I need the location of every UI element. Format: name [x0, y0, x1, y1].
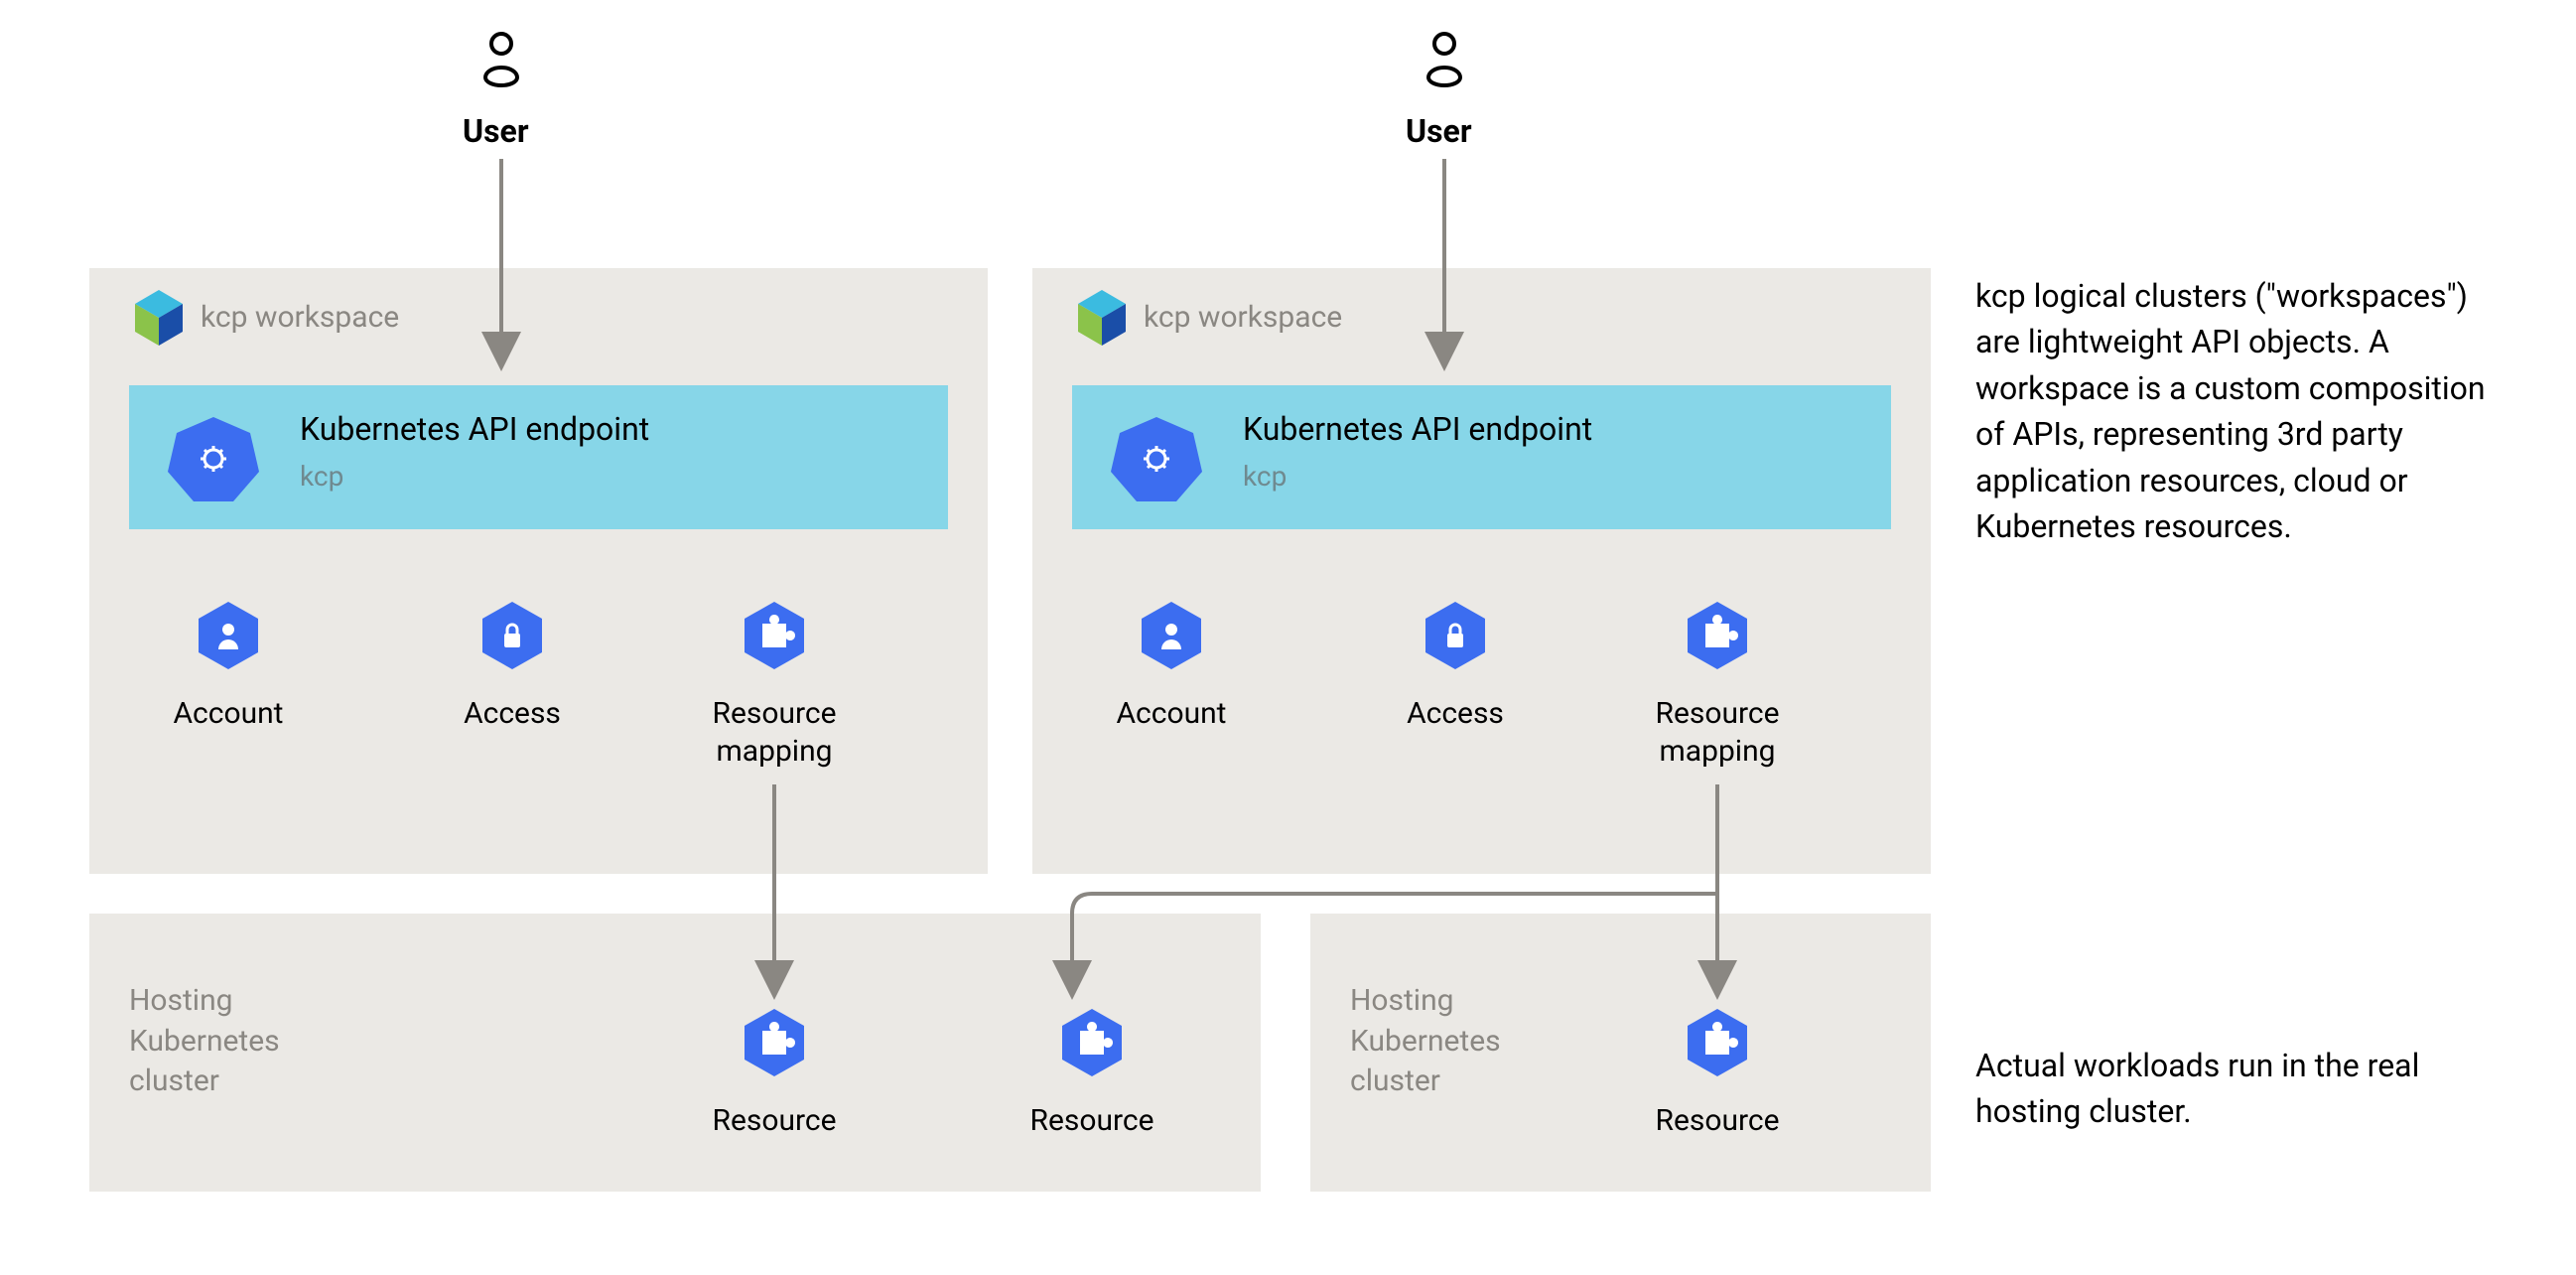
- resource-label-bottom-1: Resource: [675, 1102, 874, 1140]
- workspace-panel-right: [1032, 268, 1931, 874]
- kcp-workspace-label-right: kcp workspace: [1144, 300, 1342, 335]
- hosting-cluster-label-right: Hosting Kubernetes cluster: [1350, 981, 1501, 1102]
- account-label-right: Account: [1072, 695, 1271, 733]
- workspace-panel-left: [89, 268, 988, 874]
- annotation-upper: kcp logical clusters ("workspaces") are …: [1975, 273, 2502, 549]
- user-icon-left: [485, 34, 517, 85]
- api-endpoint-box-right: [1072, 385, 1891, 529]
- access-label-left: Access: [413, 695, 611, 733]
- api-endpoint-title-right: Kubernetes API endpoint: [1243, 410, 1592, 448]
- resource-mapping-label-right: Resource mapping: [1618, 695, 1817, 770]
- hosting-cluster-label-left: Hosting Kubernetes cluster: [129, 981, 280, 1102]
- user-icon-right: [1428, 34, 1460, 85]
- annotation-lower: Actual workloads run in the real hosting…: [1975, 1043, 2502, 1135]
- user-label-left: User: [463, 112, 529, 150]
- resource-label-bottom-3: Resource: [1618, 1102, 1817, 1140]
- api-endpoint-subtitle-left: kcp: [300, 460, 343, 493]
- account-label-left: Account: [129, 695, 328, 733]
- user-label-right: User: [1406, 112, 1472, 150]
- api-endpoint-subtitle-right: kcp: [1243, 460, 1287, 493]
- resource-mapping-label-left: Resource mapping: [675, 695, 874, 770]
- resource-label-bottom-2: Resource: [993, 1102, 1191, 1140]
- api-endpoint-box-left: [129, 385, 948, 529]
- api-endpoint-title-left: Kubernetes API endpoint: [300, 410, 649, 448]
- access-label-right: Access: [1356, 695, 1555, 733]
- kcp-workspace-label-left: kcp workspace: [201, 300, 399, 335]
